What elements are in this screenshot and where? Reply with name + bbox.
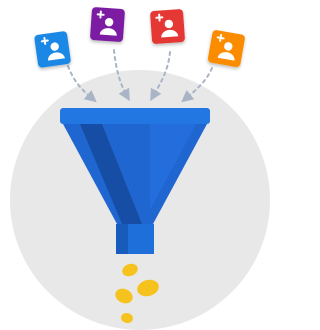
funnel-illustration-svg bbox=[10, 7, 270, 330]
funnel-rim bbox=[60, 108, 210, 124]
add-user-icon bbox=[34, 31, 71, 68]
add-user-icon bbox=[90, 7, 125, 42]
add-user-icon bbox=[207, 30, 245, 68]
funnel-illustration bbox=[0, 0, 274, 330]
funnel-spout-shade bbox=[116, 224, 128, 254]
add-user-icon bbox=[150, 9, 185, 44]
